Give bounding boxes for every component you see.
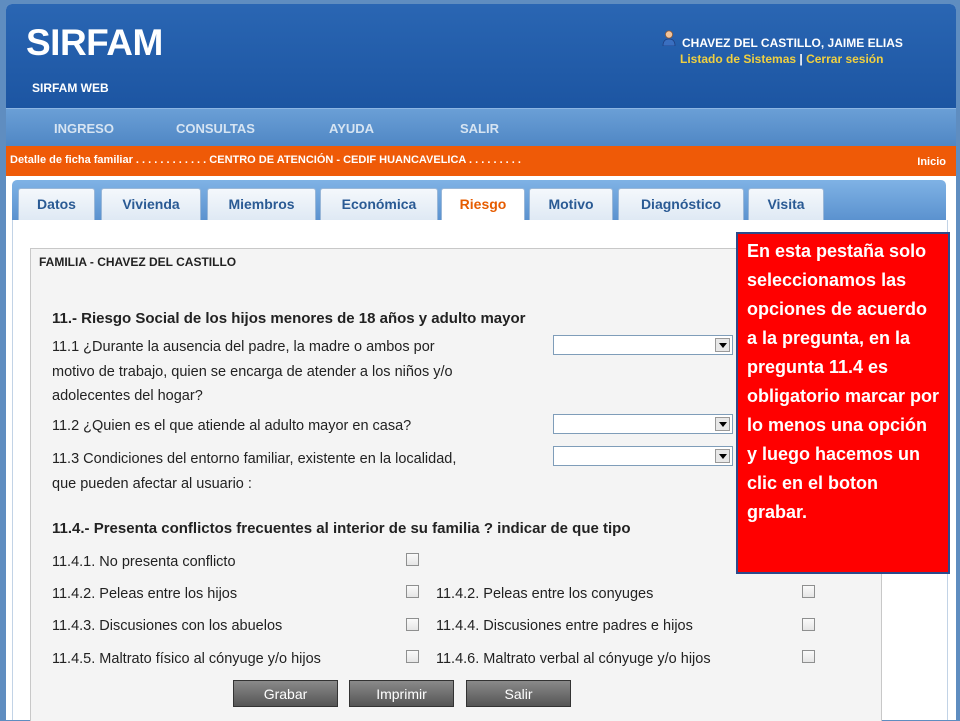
option-label: 11.4.2. Peleas entre los conyuges [436, 586, 654, 602]
q11-1-line3: adolecentes del hogar? [52, 388, 203, 404]
link-separator: | [799, 52, 803, 66]
user-icon [662, 30, 676, 46]
save-button[interactable]: Grabar [233, 680, 338, 707]
option-checkbox[interactable] [406, 585, 419, 598]
tab-diagnostico[interactable]: Diagnóstico [618, 188, 744, 220]
nav-salir[interactable]: SALIR [460, 121, 499, 136]
nav-consultas[interactable]: CONSULTAS [176, 121, 255, 136]
app-subtitle: SIRFAM WEB [32, 81, 109, 95]
systems-link[interactable]: Listado de Sistemas [680, 52, 796, 66]
tab-miembros[interactable]: Miembros [207, 188, 316, 220]
tab-datos[interactable]: Datos [18, 188, 95, 220]
option-checkbox[interactable] [406, 618, 419, 631]
chevron-down-icon [715, 417, 730, 431]
option-label: 11.4.5. Maltrato físico al cónyuge y/o h… [52, 651, 321, 667]
q11-2-label: 11.2 ¿Quien es el que atiende al adulto … [52, 418, 412, 434]
main-nav: INGRESO CONSULTAS AYUDA SALIR [6, 108, 956, 147]
option-label: 11.4.4. Discusiones entre padres e hijos [436, 618, 693, 634]
option-checkbox[interactable] [406, 553, 419, 566]
q11-3-line2: que pueden afectar al usuario : [52, 476, 252, 492]
chevron-down-icon [715, 449, 730, 463]
option-checkbox[interactable] [802, 618, 815, 631]
q11-1-line1: 11.1 ¿Durante la ausencia del padre, la … [52, 339, 435, 355]
exit-button[interactable]: Salir [466, 680, 571, 707]
tab-vivienda[interactable]: Vivienda [101, 188, 201, 220]
section-11-4-title: 11.4.- Presenta conflictos frecuentes al… [52, 520, 631, 537]
q11-3-line1: 11.3 Condiciones del entorno familiar, e… [52, 451, 457, 467]
option-label: 11.4.1. No presenta conflicto [52, 554, 236, 570]
option-label: 11.4.6. Maltrato verbal al cónyuge y/o h… [436, 651, 711, 667]
app-logo: SIRFAM [26, 22, 163, 63]
section-11-title: 11.- Riesgo Social de los hijos menores … [52, 310, 526, 327]
q11-1-select[interactable] [553, 335, 733, 355]
user-name: CHAVEZ DEL CASTILLO, JAIME ELIAS [682, 36, 903, 50]
tab-motivo[interactable]: Motivo [529, 188, 613, 220]
nav-ayuda[interactable]: AYUDA [329, 121, 374, 136]
breadcrumb: Detalle de ficha familiar . . . . . . . … [10, 154, 521, 166]
header: SIRFAM SIRFAM WEB CHAVEZ DEL CASTILLO, J… [6, 4, 956, 108]
home-link[interactable]: Inicio [917, 156, 946, 168]
print-button[interactable]: Imprimir [349, 680, 454, 707]
q11-3-select[interactable] [553, 446, 733, 466]
option-label: 11.4.2. Peleas entre los hijos [52, 586, 238, 602]
q11-1-line2: motivo de trabajo, quien se encarga de a… [52, 364, 453, 380]
breadcrumb-bar: Detalle de ficha familiar . . . . . . . … [6, 146, 956, 176]
option-checkbox[interactable] [802, 650, 815, 663]
instruction-callout: En esta pestaña solo seleccionamos las o… [736, 232, 950, 574]
chevron-down-icon [715, 338, 730, 352]
tab-economica[interactable]: Económica [320, 188, 438, 220]
family-heading: FAMILIA - CHAVEZ DEL CASTILLO [39, 255, 237, 269]
user-links: Listado de Sistemas | Cerrar sesión [680, 52, 883, 66]
q11-2-select[interactable] [553, 414, 733, 434]
tab-bar: Datos Vivienda Miembros Económica Riesgo… [12, 180, 946, 220]
tab-visita[interactable]: Visita [748, 188, 824, 220]
logout-link[interactable]: Cerrar sesión [806, 52, 883, 66]
option-checkbox[interactable] [802, 585, 815, 598]
tab-riesgo[interactable]: Riesgo [441, 188, 525, 220]
option-label: 11.4.3. Discusiones con los abuelos [52, 618, 283, 634]
nav-ingreso[interactable]: INGRESO [54, 121, 114, 136]
option-checkbox[interactable] [406, 650, 419, 663]
